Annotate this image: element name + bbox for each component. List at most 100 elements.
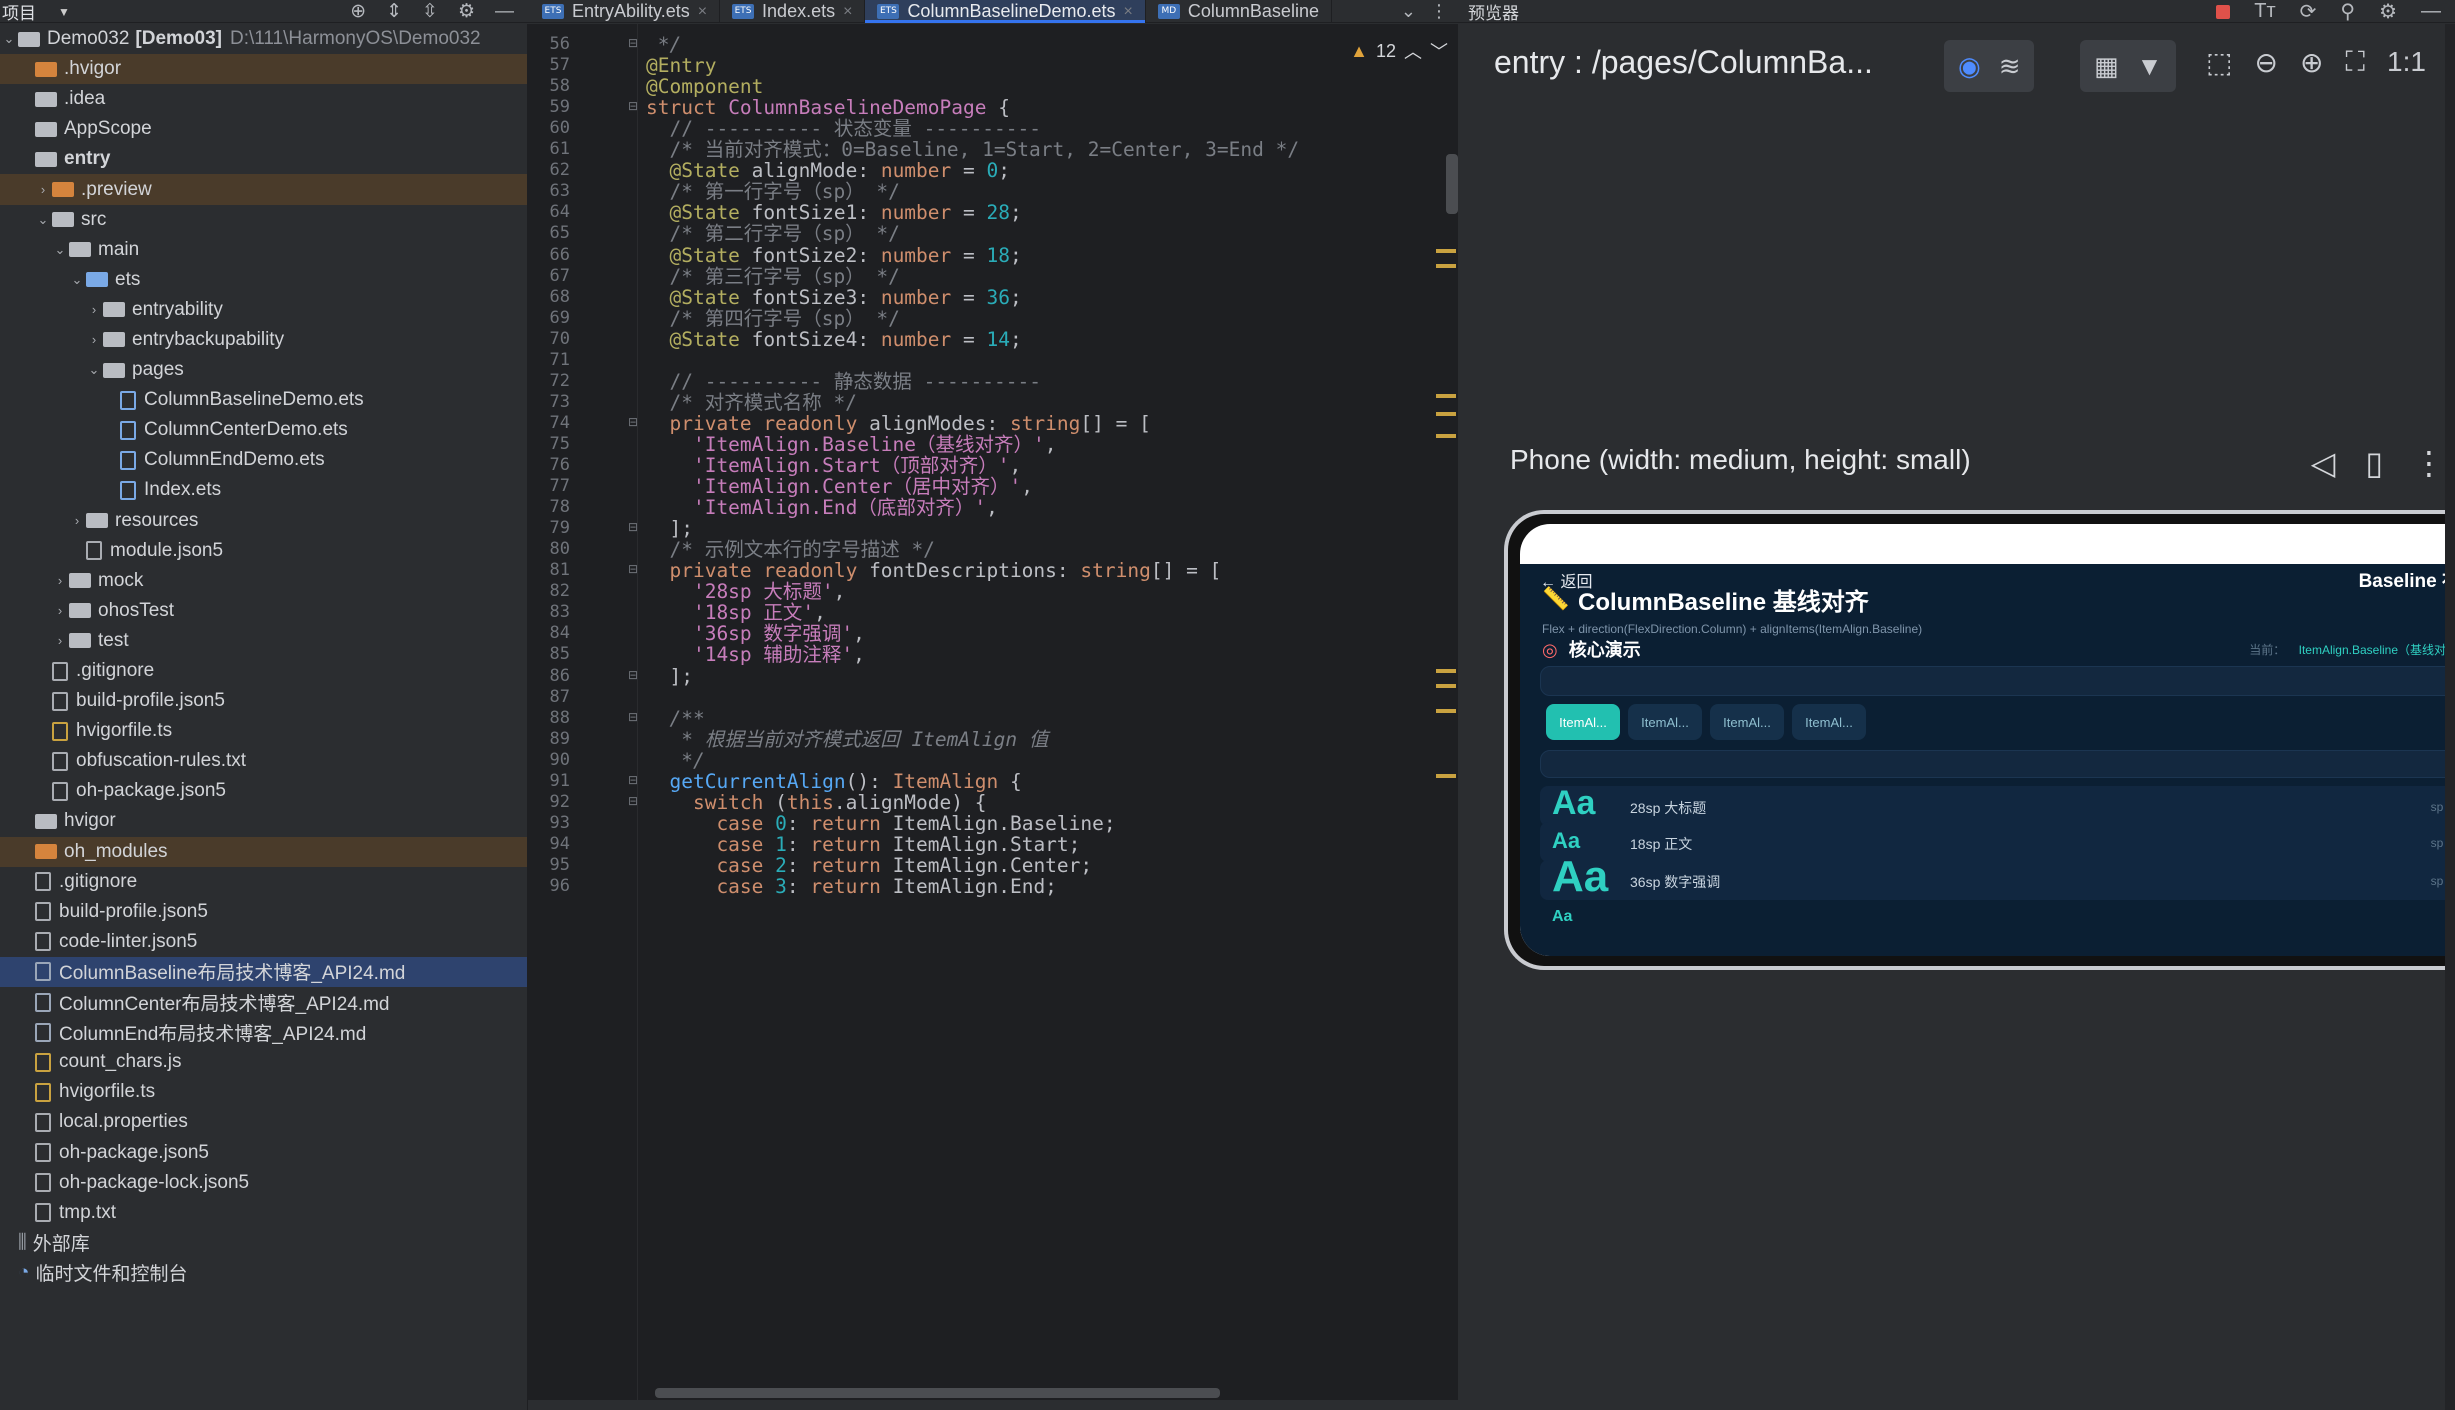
tree-item[interactable]: ColumnCenter布局技术博客_API24.md (0, 987, 527, 1017)
warning-marker[interactable] (1436, 412, 1456, 416)
tree-item[interactable]: oh_modules (0, 836, 527, 867)
stop-icon[interactable] (2216, 4, 2231, 19)
tree-item[interactable]: build-profile.json5 (0, 897, 527, 927)
tree-item[interactable]: .gitignore (0, 656, 527, 686)
align-mode-button[interactable]: ItemAl... (1710, 704, 1784, 740)
align-mode-button[interactable]: ItemAl... (1628, 704, 1702, 740)
zoom-out-icon[interactable]: ⊖ (2254, 46, 2277, 79)
close-icon[interactable]: × (1124, 3, 1133, 21)
warning-marker[interactable] (1436, 249, 1456, 253)
align-mode-button[interactable]: ItemAl... (1546, 704, 1620, 740)
tree-item[interactable]: tmp.txt (0, 1198, 527, 1228)
code-editor[interactable]: ▲ 12 ︿ ﹀ */@Entry @Component struct Column… (638, 24, 1458, 1400)
chevron-down-icon[interactable]: ﹀ (1430, 38, 1448, 64)
tree-item[interactable]: ColumnEnd布局技术博客_API24.md (0, 1017, 527, 1047)
fullscreen-icon[interactable]: ⛶ (2345, 46, 2365, 79)
inspector-icon[interactable]: ◉ (1958, 51, 1981, 82)
editor-tab[interactable]: ETS Index.ets × (720, 0, 866, 23)
vertical-scrollbar[interactable] (1446, 154, 1458, 214)
minimize-icon[interactable]: — (2421, 0, 2441, 23)
tree-item[interactable]: count_chars.js (0, 1047, 527, 1077)
fold-icon[interactable]: ⊟ (628, 668, 638, 682)
tree-item[interactable]: ColumnCenterDemo.ets (0, 415, 527, 445)
gear-icon[interactable]: ⚙ (2379, 0, 2397, 24)
zoom-in-icon[interactable]: ⊕ (2300, 46, 2323, 79)
warning-marker[interactable] (1436, 394, 1456, 398)
back-triangle-icon[interactable]: ◁ (2311, 444, 2336, 482)
tree-item[interactable]: obfuscation-rules.txt (0, 746, 527, 776)
tree-item[interactable]: ⫼ 外部库 (0, 1228, 527, 1258)
chevron-right-icon[interactable]: › (51, 573, 69, 588)
tree-item[interactable]: oh-package-lock.json5 (0, 1168, 527, 1198)
chevron-right-icon[interactable]: › (51, 633, 69, 648)
tree-item[interactable]: ⌄ pages (0, 355, 527, 385)
inspection-widget[interactable]: ▲ 12 ︿ ﹀ (1350, 38, 1448, 64)
tree-item[interactable]: › ohosTest (0, 596, 527, 626)
font-size-icon[interactable]: Tт (2254, 0, 2275, 23)
collapse-all-icon[interactable]: ⇳ (422, 0, 438, 23)
close-icon[interactable]: × (698, 3, 707, 21)
tree-item[interactable]: hvigor (0, 806, 527, 836)
tree-item[interactable]: › mock (0, 566, 527, 596)
editor-tab[interactable]: MD ColumnBaseline (1146, 0, 1332, 23)
rotate-device-icon[interactable]: ▯ (2365, 444, 2383, 482)
chevron-down-icon[interactable]: ⌄ (1401, 1, 1416, 22)
tree-item[interactable]: build-profile.json5 (0, 686, 527, 716)
chevron-down-icon[interactable]: ▼ (58, 5, 70, 19)
tree-item[interactable]: ⌄ main (0, 235, 527, 265)
tree-item[interactable]: .hvigor (0, 54, 527, 85)
tree-item[interactable]: ColumnBaseline布局技术博客_API24.md (0, 956, 527, 987)
tree-item[interactable]: ColumnBaselineDemo.ets (0, 385, 527, 415)
chevron-right-icon[interactable]: › (51, 603, 69, 618)
chevron-down-icon[interactable]: ⌄ (85, 362, 103, 378)
chevron-right-icon[interactable]: › (85, 302, 103, 317)
project-panel-header[interactable]: 项目 ▼ ⊕ ⇕ ⇳ ⚙ — (0, 0, 528, 24)
more-icon[interactable]: ⋮ (1430, 1, 1448, 22)
editor-tab[interactable]: ETS ColumnBaselineDemo.ets × (865, 0, 1146, 23)
chevron-right-icon[interactable]: › (34, 182, 52, 197)
fold-icon[interactable]: ⊟ (628, 794, 638, 808)
fit-icon[interactable]: ⬚ (2206, 46, 2232, 79)
chevron-down-icon[interactable]: ⌄ (68, 272, 86, 288)
tree-item[interactable]: oh-package.json5 (0, 776, 527, 806)
refresh-icon[interactable]: ⟳ (2300, 0, 2317, 24)
more-icon[interactable]: ⋮ (2413, 444, 2445, 482)
tree-item[interactable]: Index.ets (0, 475, 527, 505)
grid-icon[interactable]: ▦ (2094, 51, 2119, 82)
warning-marker[interactable] (1436, 264, 1456, 268)
tree-item[interactable]: oh-package.json5 (0, 1137, 527, 1167)
tree-item[interactable]: › test (0, 626, 527, 656)
layers-icon[interactable]: ≋ (1999, 51, 2021, 82)
tree-item[interactable]: ⌄ ets (0, 265, 527, 295)
fold-icon[interactable]: ⊟ (628, 520, 638, 534)
chevron-down-icon[interactable]: ⌄ (51, 242, 69, 258)
editor-tab[interactable]: ETS EntryAbility.ets × (530, 0, 721, 23)
fold-icon[interactable]: ⊟ (628, 562, 638, 576)
tree-item[interactable]: module.json5 (0, 536, 527, 566)
horizontal-scrollbar[interactable] (655, 1388, 1220, 1398)
fold-icon[interactable]: ⊟ (628, 773, 638, 787)
warning-marker[interactable] (1436, 709, 1456, 713)
expand-all-icon[interactable]: ⇕ (386, 0, 402, 23)
close-icon[interactable]: × (843, 3, 852, 21)
warning-marker[interactable] (1436, 774, 1456, 778)
tree-item[interactable]: AppScope (0, 114, 527, 144)
gear-icon[interactable]: ⚙ (458, 0, 475, 23)
tree-item[interactable]: entry (0, 144, 527, 174)
chevron-down-icon[interactable]: ▼ (2137, 51, 2163, 82)
chevron-up-icon[interactable]: ︿ (1404, 38, 1422, 64)
tree-item[interactable]: .gitignore (0, 867, 527, 897)
chevron-down-icon[interactable]: ⌄ (34, 212, 52, 228)
tree-item[interactable]: code-linter.json5 (0, 927, 527, 957)
tree-item[interactable]: ColumnEndDemo.ets (0, 445, 527, 475)
chevron-right-icon[interactable]: › (68, 513, 86, 528)
tree-item[interactable]: › resources (0, 506, 527, 536)
tree-item[interactable]: › entryability (0, 295, 527, 325)
tree-item[interactable]: .idea (0, 84, 527, 114)
tree-item[interactable]: local.properties (0, 1107, 527, 1137)
warning-marker[interactable] (1436, 434, 1456, 438)
align-mode-button[interactable]: ItemAl... (1792, 704, 1866, 740)
fold-icon[interactable]: ⊟ (628, 415, 638, 429)
warning-marker[interactable] (1436, 669, 1456, 673)
chevron-down-icon[interactable]: ⌄ (0, 31, 18, 47)
